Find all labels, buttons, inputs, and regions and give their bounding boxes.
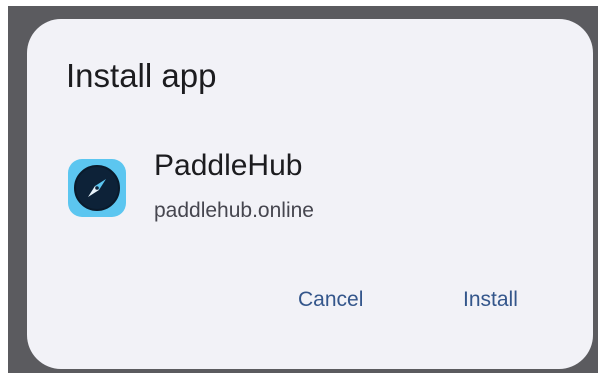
cancel-button[interactable]: Cancel xyxy=(290,282,371,318)
compass-icon xyxy=(68,159,126,217)
install-button[interactable]: Install xyxy=(455,282,526,318)
app-name: PaddleHub xyxy=(154,149,303,182)
dialog-title: Install app xyxy=(66,57,217,94)
install-app-dialog: Install app PaddleHub paddlehub.online C… xyxy=(27,19,593,369)
app-domain: paddlehub.online xyxy=(154,199,314,222)
